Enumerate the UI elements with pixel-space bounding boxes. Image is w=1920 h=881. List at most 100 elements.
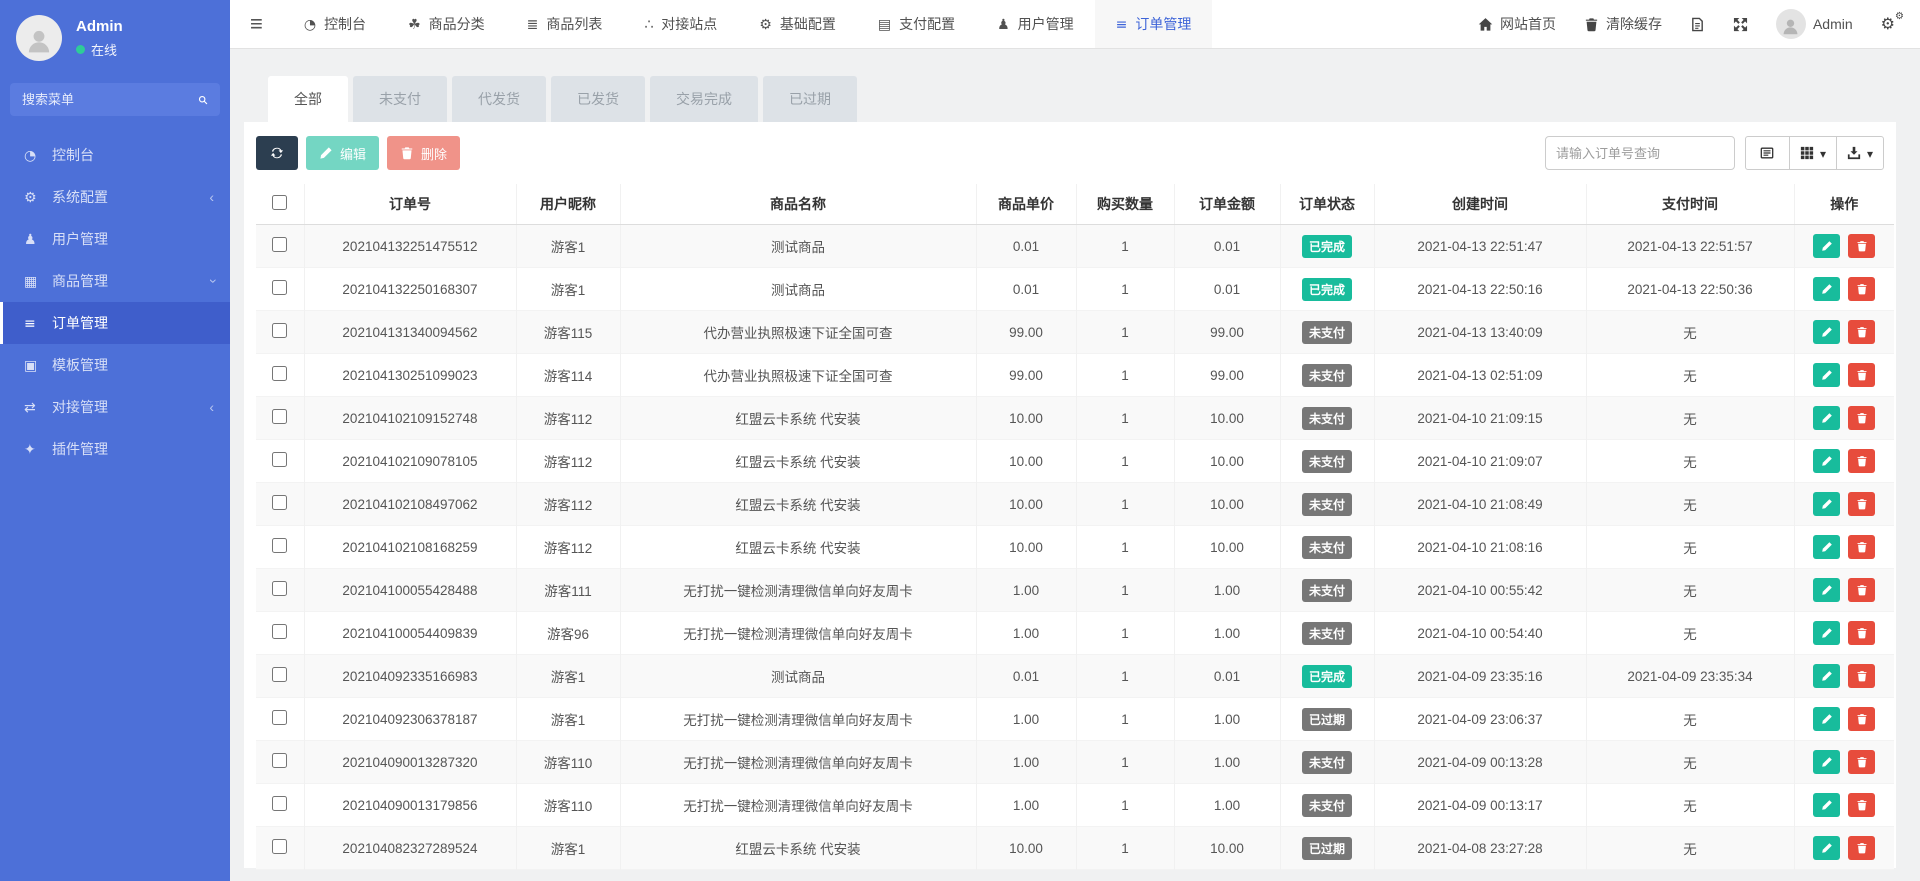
menu-search-input[interactable] bbox=[22, 92, 198, 107]
detail-view-button[interactable] bbox=[1745, 136, 1790, 170]
row-delete-button[interactable] bbox=[1848, 836, 1875, 860]
row-edit-button[interactable] bbox=[1813, 793, 1840, 817]
sidebar-item[interactable]: 插件管理 bbox=[0, 428, 230, 470]
paid-cell: 2021-04-13 22:51:57 bbox=[1586, 225, 1794, 268]
clear-cache-button[interactable]: 清除缓存 bbox=[1570, 0, 1676, 48]
status-tab[interactable]: 已过期 bbox=[763, 76, 857, 122]
row-edit-button[interactable] bbox=[1813, 707, 1840, 731]
row-delete-button[interactable] bbox=[1848, 277, 1875, 301]
row-checkbox[interactable] bbox=[272, 237, 287, 252]
row-checkbox[interactable] bbox=[272, 409, 287, 424]
row-edit-button[interactable] bbox=[1813, 363, 1840, 387]
actions-cell bbox=[1794, 397, 1894, 440]
status-cell: 已完成 bbox=[1280, 225, 1374, 268]
select-all-checkbox[interactable] bbox=[272, 195, 287, 210]
status-badge: 已过期 bbox=[1302, 708, 1352, 731]
nickname-cell: 游客1 bbox=[516, 827, 620, 870]
row-delete-button[interactable] bbox=[1848, 449, 1875, 473]
navbar-avatar bbox=[1776, 9, 1806, 39]
sidebar-item[interactable]: 控制台 bbox=[0, 134, 230, 176]
row-checkbox[interactable] bbox=[272, 495, 287, 510]
export-button[interactable] bbox=[1836, 136, 1884, 170]
order-search-input[interactable] bbox=[1545, 136, 1735, 170]
topnav-item[interactable]: 对接站点 bbox=[623, 0, 738, 48]
row-delete-button[interactable] bbox=[1848, 234, 1875, 258]
fullscreen-button[interactable] bbox=[1719, 0, 1762, 48]
row-delete-button[interactable] bbox=[1848, 793, 1875, 817]
row-delete-button[interactable] bbox=[1848, 750, 1875, 774]
sidebar-item[interactable]: 对接管理 bbox=[0, 386, 230, 428]
refresh-button[interactable] bbox=[256, 136, 298, 170]
row-edit-button[interactable] bbox=[1813, 836, 1840, 860]
row-edit-button[interactable] bbox=[1813, 406, 1840, 430]
row-checkbox[interactable] bbox=[272, 667, 287, 682]
row-checkbox[interactable] bbox=[272, 538, 287, 553]
row-checkbox[interactable] bbox=[272, 839, 287, 854]
topnav-item[interactable]: 商品列表 bbox=[506, 0, 624, 48]
row-edit-button[interactable] bbox=[1813, 234, 1840, 258]
caret-down-icon bbox=[1861, 146, 1873, 161]
row-checkbox[interactable] bbox=[272, 280, 287, 295]
row-delete-button[interactable] bbox=[1848, 492, 1875, 516]
delete-button[interactable]: 删除 bbox=[387, 136, 460, 170]
row-edit-button[interactable] bbox=[1813, 621, 1840, 645]
sidebar-item[interactable]: 订单管理 bbox=[0, 302, 230, 344]
topnav-item[interactable]: 用户管理 bbox=[976, 0, 1095, 48]
row-checkbox[interactable] bbox=[272, 452, 287, 467]
topnav-item[interactable]: 控制台 bbox=[283, 0, 387, 48]
row-checkbox[interactable] bbox=[272, 624, 287, 639]
row-delete-button[interactable] bbox=[1848, 707, 1875, 731]
row-checkbox[interactable] bbox=[272, 796, 287, 811]
topnav-item[interactable]: 订单管理 bbox=[1095, 0, 1213, 48]
actions-cell bbox=[1794, 225, 1894, 268]
row-delete-button[interactable] bbox=[1848, 406, 1875, 430]
row-checkbox[interactable] bbox=[272, 753, 287, 768]
topnav-item[interactable]: 支付配置 bbox=[857, 0, 976, 48]
unit-price-cell: 1.00 bbox=[976, 698, 1076, 741]
row-edit-button[interactable] bbox=[1813, 449, 1840, 473]
row-delete-button[interactable] bbox=[1848, 363, 1875, 387]
topnav-item[interactable]: 基础配置 bbox=[738, 0, 857, 48]
sidebar-item[interactable]: 系统配置 bbox=[0, 176, 230, 218]
row-delete-button[interactable] bbox=[1848, 664, 1875, 688]
row-edit-button[interactable] bbox=[1813, 535, 1840, 559]
status-tab[interactable]: 代发货 bbox=[452, 76, 546, 122]
row-checkbox[interactable] bbox=[272, 581, 287, 596]
row-delete-button[interactable] bbox=[1848, 320, 1875, 344]
row-edit-button[interactable] bbox=[1813, 492, 1840, 516]
status-tab[interactable]: 未支付 bbox=[353, 76, 447, 122]
user-avatar[interactable] bbox=[16, 15, 62, 61]
row-edit-button[interactable] bbox=[1813, 750, 1840, 774]
language-button[interactable] bbox=[1676, 0, 1719, 48]
row-edit-button[interactable] bbox=[1813, 664, 1840, 688]
row-checkbox[interactable] bbox=[272, 710, 287, 725]
row-edit-button[interactable] bbox=[1813, 578, 1840, 602]
search-icon[interactable] bbox=[198, 93, 208, 107]
edit-button[interactable]: 编辑 bbox=[306, 136, 379, 170]
home-button[interactable]: 网站首页 bbox=[1464, 0, 1570, 48]
row-delete-button[interactable] bbox=[1848, 621, 1875, 645]
sidebar-menu: 控制台 系统配置 用户管理 商品管理 订 bbox=[0, 134, 230, 470]
sidebar-item[interactable]: 模板管理 bbox=[0, 344, 230, 386]
row-delete-button[interactable] bbox=[1848, 535, 1875, 559]
topnav-item-icon bbox=[408, 16, 421, 33]
row-edit-button[interactable] bbox=[1813, 277, 1840, 301]
sidebar-item[interactable]: 商品管理 bbox=[0, 260, 230, 302]
status-tab[interactable]: 交易完成 bbox=[650, 76, 758, 122]
row-delete-button[interactable] bbox=[1848, 578, 1875, 602]
sidebar-item[interactable]: 用户管理 bbox=[0, 218, 230, 260]
orders-table-body: 202104132251475512 游客1 测试商品 0.01 1 0.01 … bbox=[256, 225, 1894, 870]
sidebar-toggle-button[interactable] bbox=[230, 0, 283, 48]
columns-button[interactable] bbox=[1789, 136, 1837, 170]
status-tab[interactable]: 全部 bbox=[268, 76, 348, 122]
row-edit-button[interactable] bbox=[1813, 320, 1840, 344]
topnav-item[interactable]: 商品分类 bbox=[387, 0, 506, 48]
actions-cell bbox=[1794, 827, 1894, 870]
row-checkbox[interactable] bbox=[272, 323, 287, 338]
status-tab[interactable]: 已发货 bbox=[551, 76, 645, 122]
product-cell: 无打扰一键检测清理微信单向好友周卡 bbox=[620, 612, 976, 655]
user-menu[interactable]: Admin bbox=[1762, 0, 1867, 48]
row-checkbox[interactable] bbox=[272, 366, 287, 381]
settings-button[interactable] bbox=[1867, 0, 1916, 48]
created-cell: 2021-04-10 21:09:07 bbox=[1374, 440, 1586, 483]
